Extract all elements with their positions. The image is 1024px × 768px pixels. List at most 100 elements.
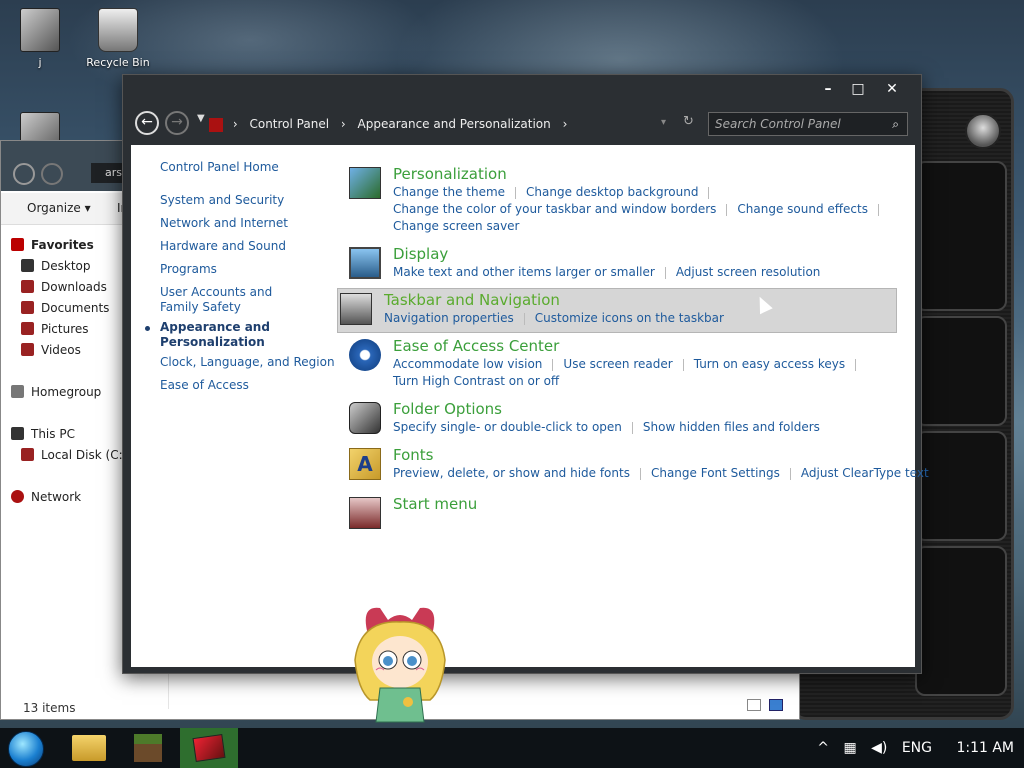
breadcrumb-control-panel[interactable]: Control Panel bbox=[249, 117, 329, 131]
link-navigation-properties[interactable]: Navigation properties bbox=[384, 311, 514, 325]
desktop-icon-recycle-bin[interactable]: Recycle Bin bbox=[78, 8, 158, 69]
nav-item-favorites[interactable]: Favorites bbox=[9, 235, 94, 255]
search-icon[interactable]: ⌕ bbox=[892, 113, 899, 135]
link-text-size[interactable]: Make text and other items larger or smal… bbox=[393, 265, 655, 279]
refresh-icon[interactable]: ↻ bbox=[683, 114, 694, 129]
category-title[interactable]: Start menu bbox=[393, 495, 477, 513]
organize-label: Organize bbox=[27, 201, 81, 215]
network-icon[interactable]: ▦ bbox=[843, 728, 856, 768]
link-single-double-click[interactable]: Specify single- or double-click to open bbox=[393, 420, 622, 434]
star-icon bbox=[403, 697, 413, 707]
link-high-contrast[interactable]: Turn High Contrast on or off bbox=[393, 374, 559, 388]
left-nav-user-accounts[interactable]: User Accounts and Family Safety bbox=[160, 285, 310, 315]
volume-icon[interactable]: ◀) bbox=[871, 728, 887, 768]
link-preview-fonts[interactable]: Preview, delete, or show and hide fonts bbox=[393, 466, 630, 480]
forward-arrow-icon[interactable]: → bbox=[165, 111, 189, 135]
left-nav-programs[interactable]: Programs bbox=[160, 262, 217, 277]
organize-button[interactable]: Organize ▾ bbox=[27, 201, 91, 215]
taskbar-file-explorer[interactable] bbox=[60, 728, 118, 768]
control-panel-window[interactable]: – □ ✕ ← → ▼ › Control Panel › Appearance… bbox=[122, 74, 929, 674]
link-customize-icons[interactable]: Customize icons on the taskbar bbox=[535, 311, 724, 325]
link-easy-access-keys[interactable]: Turn on easy access keys bbox=[694, 357, 845, 371]
start-button[interactable] bbox=[8, 731, 44, 767]
left-nav-system-security[interactable]: System and Security bbox=[160, 193, 284, 208]
category-title[interactable]: Folder Options bbox=[393, 400, 502, 418]
nav-label: Videos bbox=[41, 343, 81, 357]
details-view-icon[interactable] bbox=[747, 699, 761, 711]
large-icons-view-icon[interactable] bbox=[769, 699, 783, 711]
category-ease-of-access: Ease of Access Center Accommodate low vi… bbox=[345, 337, 905, 388]
left-nav-home[interactable]: Control Panel Home bbox=[160, 160, 279, 175]
address-dropdown-icon[interactable]: ▾ bbox=[661, 117, 666, 128]
control-panel-icon bbox=[209, 117, 223, 132]
nav-item-homegroup[interactable]: Homegroup bbox=[9, 382, 101, 402]
category-title[interactable]: Ease of Access Center bbox=[393, 337, 559, 355]
category-title[interactable]: Taskbar and Navigation bbox=[384, 291, 560, 309]
nav-label: Documents bbox=[41, 301, 110, 315]
left-nav-network-internet[interactable]: Network and Internet bbox=[160, 216, 288, 231]
link-hidden-files[interactable]: Show hidden files and folders bbox=[643, 420, 820, 434]
taskbar-control-panel[interactable] bbox=[180, 728, 238, 768]
category-title[interactable]: Display bbox=[393, 245, 448, 263]
link-screen-resolution[interactable]: Adjust screen resolution bbox=[676, 265, 821, 279]
separator bbox=[639, 467, 641, 480]
nav-item-local-disk[interactable]: Local Disk (C: bbox=[19, 445, 123, 465]
show-hidden-icons-icon[interactable]: ^ bbox=[817, 728, 829, 768]
left-nav-ease-of-access[interactable]: Ease of Access bbox=[160, 378, 249, 393]
recent-locations-icon[interactable]: ▼ bbox=[197, 113, 205, 124]
address-bar[interactable]: › Control Panel › Appearance and Persona… bbox=[209, 112, 689, 136]
nav-label: Local Disk (C: bbox=[41, 448, 123, 462]
link-screen-saver[interactable]: Change screen saver bbox=[393, 219, 520, 233]
back-arrow-icon[interactable] bbox=[13, 163, 35, 185]
nav-item-this-pc[interactable]: This PC bbox=[9, 424, 75, 444]
separator bbox=[789, 467, 791, 480]
language-indicator[interactable]: ENG bbox=[902, 728, 932, 768]
close-button[interactable]: ✕ bbox=[877, 78, 907, 100]
back-arrow-icon[interactable]: ← bbox=[135, 111, 159, 135]
taskbar-minecraft[interactable] bbox=[120, 728, 178, 768]
category-fonts: A Fonts Preview, delete, or show and hid… bbox=[345, 446, 929, 486]
category-display: Display Make text and other items larger… bbox=[345, 245, 905, 285]
forward-arrow-icon[interactable] bbox=[41, 163, 63, 185]
link-font-settings[interactable]: Change Font Settings bbox=[651, 466, 780, 480]
nav-item-documents[interactable]: Documents bbox=[19, 298, 109, 318]
documents-icon bbox=[21, 301, 34, 314]
link-low-vision[interactable]: Accommodate low vision bbox=[393, 357, 542, 371]
breadcrumb-appearance[interactable]: Appearance and Personalization bbox=[358, 117, 551, 131]
link-desktop-background[interactable]: Change desktop background bbox=[526, 185, 698, 199]
category-folder-options: Folder Options Specify single- or double… bbox=[345, 400, 905, 440]
link-sound-effects[interactable]: Change sound effects bbox=[737, 202, 868, 216]
nav-label: Network bbox=[31, 490, 82, 504]
minimize-button[interactable]: – bbox=[813, 78, 843, 100]
left-nav-appearance[interactable]: Appearance and Personalization bbox=[160, 320, 270, 350]
separator bbox=[631, 421, 633, 434]
link-change-theme[interactable]: Change the theme bbox=[393, 185, 505, 199]
control-panel-content: Control Panel Home System and Security N… bbox=[131, 145, 929, 667]
nav-item-videos[interactable]: Videos bbox=[19, 340, 81, 360]
category-taskbar-navigation[interactable]: Taskbar and Navigation Navigation proper… bbox=[337, 288, 897, 333]
left-nav-clock-language[interactable]: Clock, Language, and Region bbox=[160, 355, 335, 370]
link-taskbar-color[interactable]: Change the color of your taskbar and win… bbox=[393, 202, 716, 216]
nav-item-pictures[interactable]: Pictures bbox=[19, 319, 89, 339]
network-icon bbox=[11, 490, 24, 503]
separator bbox=[523, 312, 525, 325]
separator bbox=[855, 358, 857, 371]
folder-options-icon bbox=[349, 402, 381, 434]
category-title[interactable]: Personalization bbox=[393, 165, 507, 183]
monitor-icon bbox=[349, 247, 381, 279]
nav-item-downloads[interactable]: Downloads bbox=[19, 277, 107, 297]
nav-label: Desktop bbox=[41, 259, 91, 273]
clock[interactable]: 1:11 AM bbox=[956, 728, 1014, 768]
link-cleartype[interactable]: Adjust ClearType text bbox=[801, 466, 929, 480]
nav-item-network[interactable]: Network bbox=[9, 487, 81, 507]
desktop-icon-j[interactable]: j bbox=[0, 8, 80, 69]
search-input[interactable]: Search Control Panel ⌕ bbox=[708, 112, 908, 136]
left-nav-hardware-sound[interactable]: Hardware and Sound bbox=[160, 239, 286, 254]
category-title[interactable]: Fonts bbox=[393, 446, 433, 464]
taskbar-icon bbox=[340, 293, 372, 325]
link-screen-reader[interactable]: Use screen reader bbox=[563, 357, 672, 371]
file-explorer-icon bbox=[72, 735, 106, 761]
maximize-button[interactable]: □ bbox=[843, 78, 873, 100]
separator bbox=[664, 266, 666, 279]
nav-item-desktop[interactable]: Desktop bbox=[19, 256, 91, 276]
